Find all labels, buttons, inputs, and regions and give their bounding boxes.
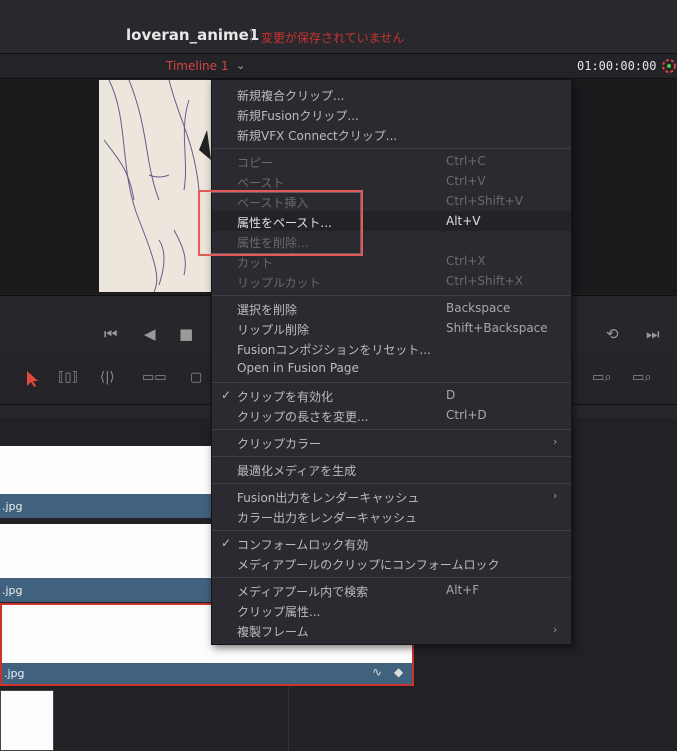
menu-item-find-in-media-pool[interactable]: メディアプール内で検索 [237, 583, 368, 600]
menu-item-render-cache-fusion-output[interactable]: Fusion出力をレンダーキャッシュ [237, 489, 419, 506]
menu-item-open-in-fusion-page[interactable]: Open in Fusion Page [237, 361, 359, 375]
checkmark-icon: ✓ [221, 388, 232, 402]
menu-separator [212, 148, 571, 149]
project-name: loveran_anime1 [126, 26, 260, 44]
shortcut-paste: Ctrl+V [446, 174, 486, 188]
title-divider [251, 28, 252, 42]
keyframe-icon[interactable]: ◆ [394, 665, 403, 679]
shortcut-ripple-cut: Ctrl+Shift+X [446, 274, 523, 288]
menu-item-new-vfx-connect-clip[interactable]: 新規VFX Connectクリップ... [237, 127, 397, 144]
menu-item-change-clip-duration[interactable]: クリップの長さを変更... [237, 408, 368, 425]
menu-separator [212, 530, 571, 531]
clip-thumbnail[interactable] [0, 524, 213, 578]
play-reverse-icon[interactable]: ◀ [144, 325, 156, 343]
loop-icon[interactable]: ⟲ [606, 325, 619, 343]
jump-to-end-icon[interactable]: ⏭ [646, 325, 660, 343]
annotation-highlight-box [198, 190, 363, 256]
clip-thumbnail[interactable] [0, 690, 54, 751]
unsaved-status: 変更が保存されていません [261, 31, 405, 45]
preview-frame [99, 80, 211, 292]
menu-item-reset-fusion-composition[interactable]: Fusionコンポジションをリセット... [237, 341, 431, 358]
sketch-image [99, 80, 211, 292]
menu-item-ripple-delete[interactable]: リップル削除 [237, 321, 309, 338]
shortcut-cut: Ctrl+X [446, 254, 486, 268]
menu-item-delete-selected[interactable]: 選択を削除 [237, 301, 297, 318]
menu-item-copy[interactable]: コピー [237, 154, 273, 171]
chevron-down-icon[interactable]: ⌄ [236, 59, 245, 72]
color-wheel-icon[interactable] [660, 57, 677, 75]
dynamic-trim-icon[interactable]: ⟨|⟩ [100, 370, 115, 385]
menu-separator [212, 577, 571, 578]
context-menu: 新規複合クリップ... 新規Fusionクリップ... 新規VFX Connec… [211, 79, 572, 645]
clip-bar[interactable]: .jpg [0, 578, 213, 602]
clip-thumbnail[interactable] [0, 446, 213, 494]
menu-item-enable-clip[interactable]: クリップを有効化 [237, 388, 333, 405]
menu-item-new-compound-clip[interactable]: 新規複合クリップ... [237, 87, 344, 104]
checkmark-icon: ✓ [221, 536, 232, 550]
stop-icon[interactable]: ■ [179, 325, 193, 343]
menu-item-duplicate-frames[interactable]: 複製フレーム [237, 623, 309, 640]
audio-curve-icon[interactable]: ∿ [372, 665, 382, 679]
submenu-arrow-icon: › [553, 435, 558, 448]
submenu-arrow-icon: › [553, 489, 558, 502]
menu-separator [212, 295, 571, 296]
menu-separator [212, 456, 571, 457]
menu-item-conform-lock-media-pool[interactable]: メディアプールのクリップにコンフォームロック [237, 556, 499, 573]
blade-icon[interactable]: ▭▭ [142, 370, 167, 385]
shortcut-paste-attributes: Alt+V [446, 214, 481, 228]
clip-bar: .jpg ∿ ◆ [2, 663, 412, 684]
zoom-detail-icon[interactable]: ▭⌕ [592, 370, 612, 385]
menu-item-clip-attributes[interactable]: クリップ属性... [237, 603, 320, 620]
menu-item-clip-color[interactable]: クリップカラー [237, 435, 321, 452]
menu-item-ripple-cut[interactable]: リップルカット [237, 274, 321, 291]
timecode-display: 01:00:00:00 [577, 59, 657, 73]
timeline-selector[interactable]: Timeline 1 [166, 59, 228, 73]
menu-item-new-fusion-clip[interactable]: 新規Fusionクリップ... [237, 107, 359, 124]
shortcut-change-clip-duration: Ctrl+D [446, 408, 487, 422]
jump-to-start-icon[interactable]: ⏮ [104, 325, 118, 343]
trim-edit-icon[interactable]: ⟦▯⟧ [58, 370, 78, 385]
viewer-header [0, 54, 677, 79]
menu-item-conform-lock-enabled[interactable]: コンフォームロック有効 [237, 536, 368, 553]
shortcut-enable-clip: D [446, 388, 456, 402]
menu-item-generate-optimized-media[interactable]: 最適化メディアを生成 [237, 462, 356, 479]
shortcut-paste-insert: Ctrl+Shift+V [446, 194, 523, 208]
menu-separator [212, 483, 571, 484]
menu-item-cut[interactable]: カット [237, 254, 273, 271]
menu-separator [212, 429, 571, 430]
menu-item-paste[interactable]: ペースト [237, 174, 284, 191]
shortcut-copy: Ctrl+C [446, 154, 486, 168]
shortcut-delete-selected: Backspace [446, 301, 511, 315]
selection-pointer-icon[interactable] [25, 370, 39, 388]
submenu-arrow-icon: › [553, 623, 558, 636]
clip-bar[interactable]: .jpg [0, 494, 213, 518]
clip-label: .jpg [2, 500, 23, 513]
menu-separator [212, 382, 571, 383]
snapping-icon[interactable]: ▢ [190, 370, 202, 385]
clip-label: .jpg [4, 667, 25, 680]
shortcut-find-in-media-pool: Alt+F [446, 583, 480, 597]
menu-item-render-cache-color-output[interactable]: カラー出力をレンダーキャッシュ [237, 509, 417, 526]
shortcut-ripple-delete: Shift+Backspace [446, 321, 548, 335]
zoom-custom-icon[interactable]: ▭⌕ [632, 370, 652, 385]
clip-label: .jpg [2, 584, 23, 597]
